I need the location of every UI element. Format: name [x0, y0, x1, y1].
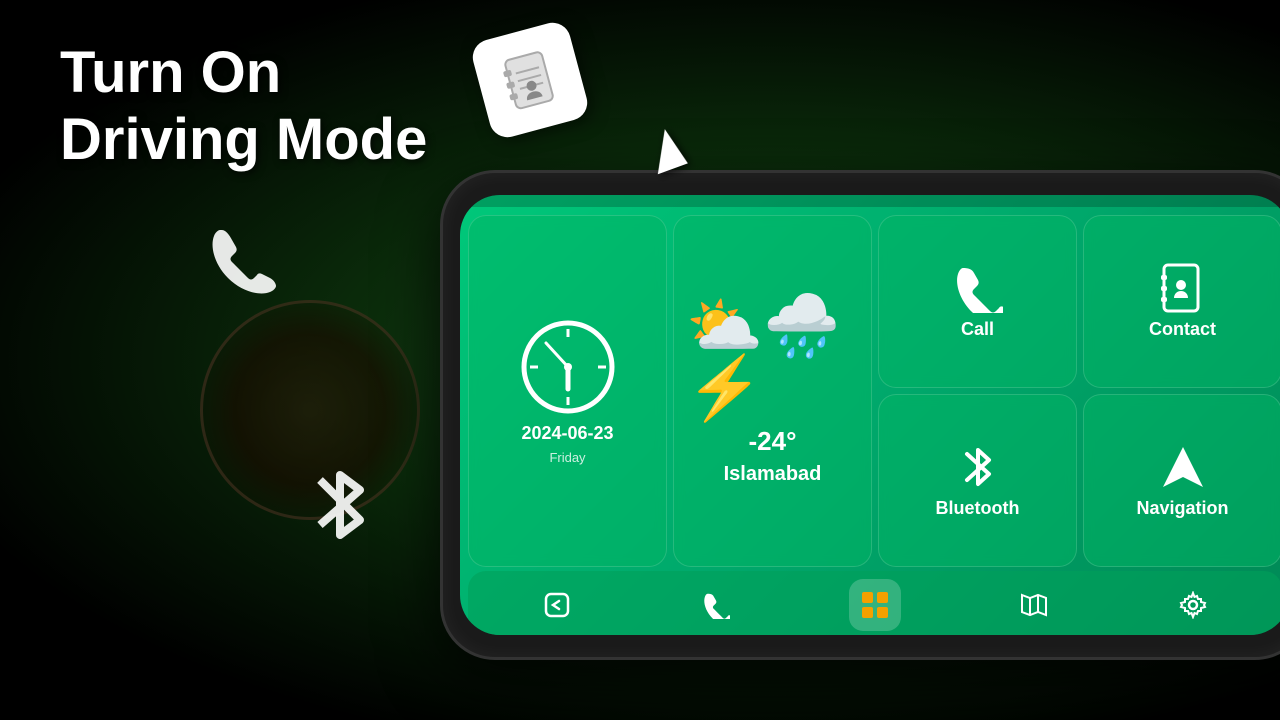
clock-day: Friday — [549, 450, 585, 465]
left-bluetooth-icon — [295, 460, 385, 569]
weather-city: Islamabad — [724, 463, 822, 486]
clock-date: 2024-06-23 — [521, 423, 613, 444]
app-grid: 2024-06-23 Friday ⛅🌧️⚡ -24° Islamabad Ca… — [460, 207, 1280, 567]
bluetooth-tile[interactable]: Bluetooth — [878, 394, 1077, 567]
contact-tile[interactable]: Contact — [1083, 215, 1280, 388]
nav-map-button[interactable] — [1008, 579, 1060, 631]
headline: Turn On Driving Mode — [60, 40, 427, 173]
headline-line2: Driving Mode — [60, 107, 427, 174]
bluetooth-label: Bluetooth — [936, 498, 1020, 519]
weather-tile[interactable]: ⛅🌧️⚡ -24° Islamabad — [673, 215, 872, 567]
navigation-tile[interactable]: Navigation — [1083, 394, 1280, 567]
call-label: Call — [961, 319, 994, 340]
nav-settings-button[interactable] — [1167, 579, 1219, 631]
nav-home-button[interactable] — [849, 579, 901, 631]
left-phone-icon — [200, 220, 290, 332]
call-tile[interactable]: Call — [878, 215, 1077, 388]
weather-icon: ⛅🌧️⚡ — [686, 296, 859, 420]
weather-temperature: -24° — [749, 426, 797, 457]
navigation-label: Navigation — [1136, 498, 1228, 519]
headline-line1: Turn On — [60, 40, 427, 107]
nav-phone-button[interactable] — [690, 579, 742, 631]
phone-screen: 2024-06-23 Friday ⛅🌧️⚡ -24° Islamabad Ca… — [460, 195, 1280, 635]
contact-label: Contact — [1149, 319, 1216, 340]
nav-back-button[interactable] — [531, 579, 583, 631]
bottom-nav — [468, 571, 1280, 635]
clock-tile[interactable]: 2024-06-23 Friday — [468, 215, 667, 567]
status-bar — [460, 195, 1280, 207]
